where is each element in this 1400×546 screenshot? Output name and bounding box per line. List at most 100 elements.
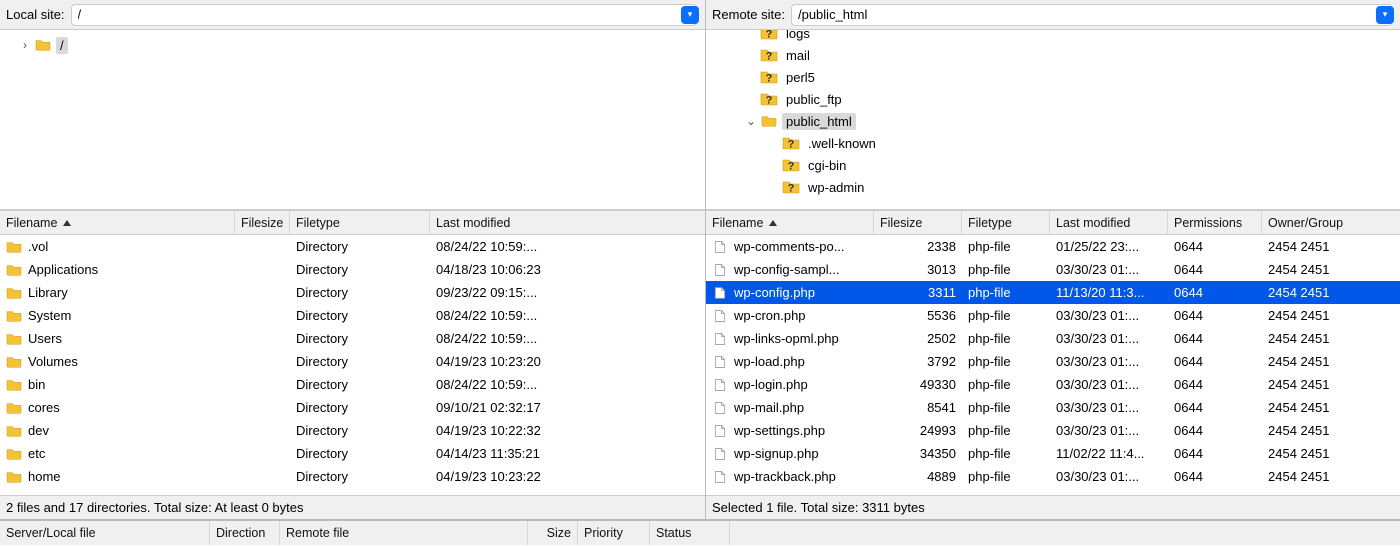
tree-item-label: wp-admin: [804, 179, 868, 196]
tree-item[interactable]: cgi-bin: [706, 154, 1400, 176]
col-permissions[interactable]: Permissions: [1168, 211, 1262, 234]
file-type: php-file: [962, 446, 1050, 461]
col-lastmod[interactable]: Last modified: [430, 211, 670, 234]
file-type: Directory: [290, 331, 430, 346]
table-row[interactable]: wp-config-sampl...3013php-file03/30/23 0…: [706, 258, 1400, 281]
col-filesize[interactable]: Filesize: [235, 211, 290, 234]
file-name: dev: [28, 423, 49, 438]
file-perm: 0644: [1168, 331, 1262, 346]
table-row[interactable]: wp-config.php3311php-file11/13/20 11:3..…: [706, 281, 1400, 304]
file-perm: 0644: [1168, 469, 1262, 484]
local-path-dropdown[interactable]: ▾: [681, 6, 699, 24]
tcol-remotefile[interactable]: Remote file: [280, 521, 528, 545]
file-name: wp-config-sampl...: [734, 262, 839, 277]
tcol-size[interactable]: Size: [528, 521, 578, 545]
file-icon: [712, 423, 728, 439]
remote-filelist-header: Filename Filesize Filetype Last modified…: [706, 211, 1400, 235]
file-owner: 2454 2451: [1262, 377, 1362, 392]
file-name: wp-load.php: [734, 354, 805, 369]
tree-item[interactable]: wp-admin: [706, 176, 1400, 198]
table-row[interactable]: SystemDirectory08/24/22 10:59:...: [0, 304, 705, 327]
table-row[interactable]: wp-trackback.php4889php-file03/30/23 01:…: [706, 465, 1400, 488]
tcol-priority[interactable]: Priority: [578, 521, 650, 545]
file-icon: [712, 469, 728, 485]
local-files-body[interactable]: .volDirectory08/24/22 10:59:...Applicati…: [0, 235, 705, 495]
table-row[interactable]: wp-links-opml.php2502php-file03/30/23 01…: [706, 327, 1400, 350]
tree-item-label: mail: [782, 47, 814, 64]
file-type: php-file: [962, 262, 1050, 277]
file-name: wp-trackback.php: [734, 469, 836, 484]
local-tree[interactable]: ›/: [0, 30, 705, 209]
table-row[interactable]: wp-mail.php8541php-file03/30/23 01:...06…: [706, 396, 1400, 419]
table-row[interactable]: etcDirectory04/14/23 11:35:21: [0, 442, 705, 465]
table-row[interactable]: wp-load.php3792php-file03/30/23 01:...06…: [706, 350, 1400, 373]
remote-tree[interactable]: logs mail perl5public_ftp⌄public_html .well…: [706, 30, 1400, 209]
table-row[interactable]: UsersDirectory08/24/22 10:59:...: [0, 327, 705, 350]
remote-sitebar: Remote site: ▾: [706, 0, 1400, 30]
file-mod: 03/30/23 01:...: [1050, 469, 1168, 484]
table-row[interactable]: binDirectory08/24/22 10:59:...: [0, 373, 705, 396]
col-filesize[interactable]: Filesize: [874, 211, 962, 234]
folder-icon: [6, 331, 22, 347]
file-mod: 03/30/23 01:...: [1050, 354, 1168, 369]
folder-unknown-icon: [760, 69, 778, 85]
remote-site-label: Remote site:: [712, 7, 785, 22]
table-row[interactable]: wp-comments-po...2338php-file01/25/22 23…: [706, 235, 1400, 258]
file-owner: 2454 2451: [1262, 469, 1362, 484]
folder-icon: [6, 400, 22, 416]
col-filename[interactable]: Filename: [0, 211, 235, 234]
table-row[interactable]: devDirectory04/19/23 10:22:32: [0, 419, 705, 442]
file-size: 3311: [874, 285, 962, 300]
col-lastmod[interactable]: Last modified: [1050, 211, 1168, 234]
col-filename[interactable]: Filename: [706, 211, 874, 234]
col-filetype[interactable]: Filetype: [290, 211, 430, 234]
table-row[interactable]: wp-settings.php24993php-file03/30/23 01:…: [706, 419, 1400, 442]
file-name: wp-links-opml.php: [734, 331, 839, 346]
folder-icon: [6, 262, 22, 278]
folder-unknown-icon: [760, 47, 778, 63]
file-size: 34350: [874, 446, 962, 461]
tcol-serverlocal[interactable]: Server/Local file: [0, 521, 210, 545]
table-row[interactable]: coresDirectory09/10/21 02:32:17: [0, 396, 705, 419]
col-owner[interactable]: Owner/Group: [1262, 211, 1362, 234]
table-row[interactable]: .volDirectory08/24/22 10:59:...: [0, 235, 705, 258]
local-path-input[interactable]: [71, 4, 697, 26]
local-sitebar: Local site: ▾: [0, 0, 705, 30]
table-row[interactable]: ApplicationsDirectory04/18/23 10:06:23: [0, 258, 705, 281]
tree-item[interactable]: public_ftp: [706, 88, 1400, 110]
tree-item[interactable]: ›/: [0, 34, 705, 56]
file-type: Directory: [290, 354, 430, 369]
col-filetype[interactable]: Filetype: [962, 211, 1050, 234]
local-filelist-header: Filename Filesize Filetype Last modified: [0, 211, 705, 235]
folder-icon: [6, 354, 22, 370]
tree-item-label: .well-known: [804, 135, 880, 152]
tree-item[interactable]: ⌄public_html: [706, 110, 1400, 132]
file-mod: 03/30/23 01:...: [1050, 423, 1168, 438]
table-row[interactable]: wp-cron.php5536php-file03/30/23 01:...06…: [706, 304, 1400, 327]
tcol-direction[interactable]: Direction: [210, 521, 280, 545]
table-row[interactable]: wp-signup.php34350php-file11/02/22 11:4.…: [706, 442, 1400, 465]
folder-icon: [6, 308, 22, 324]
remote-files-body[interactable]: wp-comments-po...2338php-file01/25/22 23…: [706, 235, 1400, 495]
folder-unknown-icon: [782, 157, 800, 173]
file-perm: 0644: [1168, 285, 1262, 300]
file-type: Directory: [290, 400, 430, 415]
file-mod: 04/19/23 10:22:32: [430, 423, 670, 438]
table-row[interactable]: wp-login.php49330php-file03/30/23 01:...…: [706, 373, 1400, 396]
tree-item[interactable]: mail: [706, 44, 1400, 66]
table-row[interactable]: LibraryDirectory09/23/22 09:15:...: [0, 281, 705, 304]
file-perm: 0644: [1168, 377, 1262, 392]
transfer-queue-header: Server/Local file Direction Remote file …: [0, 520, 1400, 545]
tcol-status[interactable]: Status: [650, 521, 730, 545]
tree-item[interactable]: logs: [706, 30, 1400, 44]
table-row[interactable]: VolumesDirectory04/19/23 10:23:20: [0, 350, 705, 373]
tree-item[interactable]: .well-known: [706, 132, 1400, 154]
remote-path-input[interactable]: [791, 4, 1392, 26]
file-name: Applications: [28, 262, 98, 277]
tree-item[interactable]: perl5: [706, 66, 1400, 88]
table-row[interactable]: homeDirectory04/19/23 10:23:22: [0, 465, 705, 488]
file-name: Volumes: [28, 354, 78, 369]
chevron-down-icon[interactable]: ⌄: [744, 114, 758, 128]
remote-path-dropdown[interactable]: ▾: [1376, 6, 1394, 24]
chevron-right-icon[interactable]: ›: [18, 38, 32, 52]
